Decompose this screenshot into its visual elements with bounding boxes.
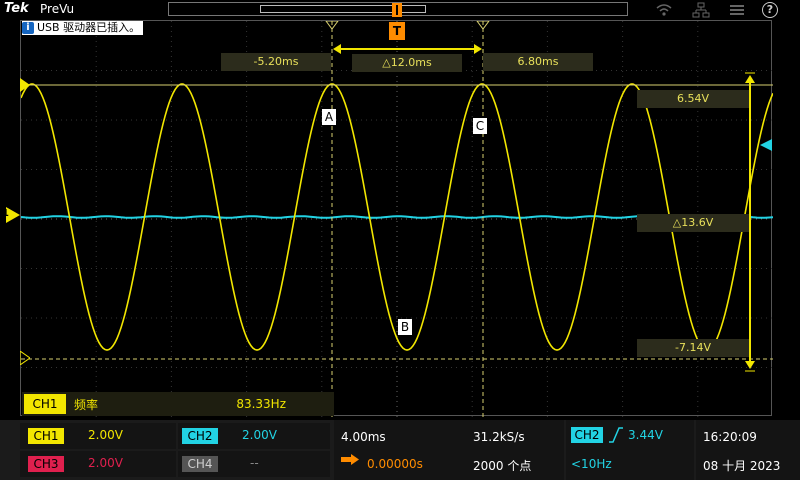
- wifi-icon[interactable]: [655, 2, 673, 18]
- left-cursor-time-readout: -5.20ms: [221, 53, 331, 71]
- trigger-source-badge: CH2: [571, 427, 603, 443]
- rising-edge-icon: [609, 427, 623, 443]
- brand-logo: Tek: [4, 1, 29, 16]
- waveform-display[interactable]: -5.20ms △12.0ms 6.80ms 6.54V △13.6V -7.1…: [20, 20, 773, 417]
- ch3-badge: CH3: [28, 456, 64, 472]
- clock-date: 08 十月 2023: [703, 459, 781, 473]
- delta-voltage-readout: △13.6V: [637, 214, 749, 232]
- sample-rate: 31.2kS/s: [473, 430, 525, 444]
- ch2-badge: CH2: [182, 428, 218, 444]
- lower-cursor-handle-icon[interactable]: [20, 351, 30, 365]
- measurement-channel: CH1: [24, 394, 66, 414]
- measurement-name: 频率: [74, 397, 99, 412]
- usb-notification: i USB 驱动器已插入。: [22, 21, 144, 35]
- trigger-settings[interactable]: CH2 3.44V <10Hz: [566, 420, 694, 480]
- ch1-settings[interactable]: CH1 2.00V: [20, 423, 176, 449]
- measurement-value: 83.33Hz: [236, 397, 286, 411]
- horizontal-position: 0.00000s: [367, 457, 423, 471]
- ch4-scale: --: [250, 456, 259, 470]
- clock-panel: 16:20:09 08 十月 2023: [696, 420, 800, 480]
- ch1-ground-marker-label: 1: [2, 208, 9, 219]
- ch3-scale: 2.00V: [88, 456, 123, 470]
- ch2-scale: 2.00V: [242, 428, 277, 442]
- cursor-label-a: A: [322, 109, 336, 125]
- time-scale: 4.00ms: [341, 430, 386, 444]
- clock-time: 16:20:09: [703, 430, 757, 444]
- trigger-frequency: <10Hz: [571, 457, 612, 471]
- cursor-label-b: B: [398, 319, 412, 335]
- ch3-settings[interactable]: CH3 2.00V: [20, 451, 176, 477]
- delta-time-readout: △12.0ms: [352, 54, 462, 72]
- trigger-position-marker-icon: [392, 3, 402, 17]
- menu-icon[interactable]: [728, 2, 746, 18]
- ch1-scale: 2.00V: [88, 428, 123, 442]
- measurement-badge[interactable]: CH1 频率 83.33Hz: [22, 392, 334, 416]
- horizontal-settings[interactable]: 4.00ms 31.2kS/s 0.00000s 2000 个点: [334, 420, 564, 480]
- info-icon: i: [22, 22, 34, 34]
- help-icon[interactable]: ?: [762, 2, 778, 18]
- settings-bar: CH1 2.00V CH2 2.00V CH3 2.00V CH4 -- 4.0…: [0, 420, 800, 480]
- acquisition-mode: PreVu: [40, 2, 75, 16]
- lower-cursor-voltage-readout: -7.14V: [637, 339, 749, 357]
- upper-cursor-handle-icon[interactable]: [20, 78, 30, 92]
- ch4-settings[interactable]: CH4 --: [178, 451, 330, 477]
- upper-cursor-voltage-readout: 6.54V: [637, 90, 749, 108]
- ch1-badge: CH1: [28, 428, 64, 444]
- network-icon[interactable]: [692, 2, 710, 18]
- cursor-label-c: C: [473, 118, 487, 134]
- usb-notification-text: USB 驱动器已插入。: [37, 21, 141, 34]
- ch4-badge: CH4: [182, 456, 218, 472]
- trigger-time-marker[interactable]: T: [389, 22, 405, 40]
- horizontal-position-arrow-icon: [341, 454, 359, 465]
- top-status-bar: Tek PreVu ?: [0, 0, 800, 20]
- record-length: 2000 个点: [473, 459, 532, 473]
- trigger-level-marker-icon[interactable]: [760, 139, 772, 151]
- ch2-settings[interactable]: CH2 2.00V: [178, 423, 330, 449]
- trigger-level: 3.44V: [628, 428, 663, 442]
- right-cursor-time-readout: 6.80ms: [483, 53, 593, 71]
